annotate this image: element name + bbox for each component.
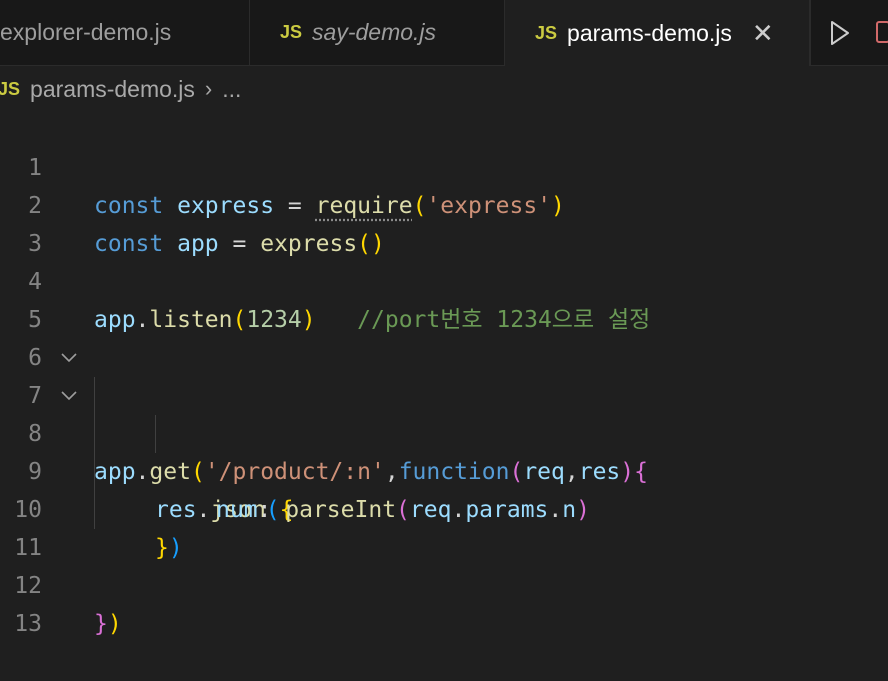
js-icon: JS <box>0 78 21 99</box>
tab-label: explorer-demo.js <box>0 19 172 45</box>
chevron-down-icon[interactable] <box>60 389 78 401</box>
line-number: 13 <box>14 611 42 637</box>
code-line-12: 12 }) <box>0 529 888 637</box>
code-line-6: 6 <box>0 301 888 371</box>
token-bracket: ) <box>107 611 122 637</box>
run-icon[interactable] <box>829 20 851 46</box>
chevron-right-icon: › <box>204 76 213 101</box>
code-line-2: 2 const app = express() <box>0 149 888 257</box>
tab-label: params-demo.js <box>567 19 732 46</box>
code-line-13: 13 <box>0 567 888 637</box>
code-line-1: 1 const express = require('express') <box>0 111 888 219</box>
js-icon: JS <box>535 22 558 43</box>
editor-tab-bar: explorer-demo.js JS say-demo.js JS param… <box>0 0 888 66</box>
split-editor-icon[interactable] <box>876 21 888 43</box>
breadcrumb: JS params-demo.js › ... <box>0 66 888 112</box>
code-line-10: 10 }) <box>0 453 888 561</box>
code-line-11: 11 <box>0 491 888 561</box>
code-line-3: 3 <box>0 187 888 257</box>
chevron-down-icon[interactable] <box>60 351 78 363</box>
tab-explorer-demo[interactable]: explorer-demo.js <box>0 0 250 65</box>
code-editor[interactable]: 1 const express = require('express') 2 c… <box>0 111 888 637</box>
js-icon: JS <box>280 22 303 42</box>
code-line-8: 8 res.json({ <box>0 377 888 523</box>
code-line-7: 7 app.get('/product/:n',function(req,res… <box>0 339 888 485</box>
token-bracket: } <box>94 611 108 637</box>
code-line-5: 5 <box>0 263 888 333</box>
close-icon[interactable]: ✕ <box>752 20 774 46</box>
tab-params-demo[interactable]: JS params-demo.js ✕ <box>505 0 810 66</box>
tab-label: say-demo.js <box>312 19 437 45</box>
breadcrumb-file[interactable]: params-demo.js <box>30 76 195 103</box>
breadcrumb-more[interactable]: ... <box>222 76 241 103</box>
code-line-4: 4 app.listen(1234) //port번호 1234으로 설정 <box>0 225 888 333</box>
code-line-9: 9 num: parseInt(req.params.n) <box>0 415 888 523</box>
tab-say-demo[interactable]: JS say-demo.js <box>250 0 505 65</box>
